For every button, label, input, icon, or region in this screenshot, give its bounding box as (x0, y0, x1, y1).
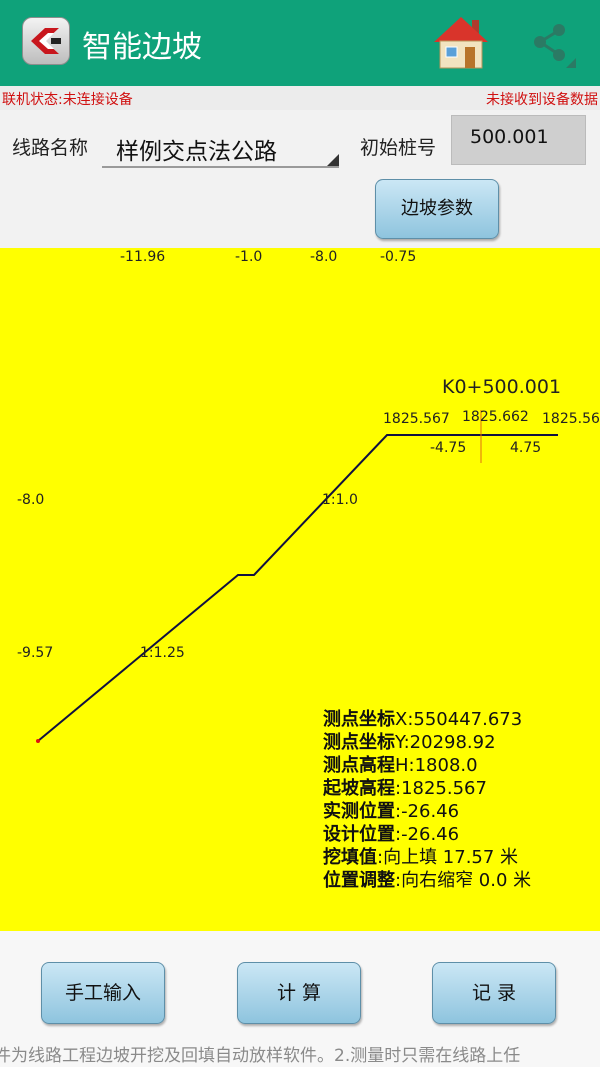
offset-left: -4.75 (430, 440, 467, 456)
left-label: -9.57 (17, 645, 54, 661)
info-position-adjust: 位置调整:向右缩窄 0.0 米 (323, 870, 532, 891)
road-name-select[interactable]: 样例交点法公路 (102, 124, 339, 168)
elevation-right: 1825.567 (542, 411, 600, 427)
record-button[interactable]: 记 录 (432, 962, 556, 1024)
slope-profile-line (37, 434, 558, 742)
slope-ratio-label: 1:1.25 (140, 645, 185, 661)
scrolling-description: 件为线路工程边坡开挖及回填自动放样软件。2.测量时只需在线路上任 (0, 1046, 521, 1066)
slope-diagram: -11.96 -1.0 -8.0 -0.75 -8.0 -9.57 K0+500… (0, 248, 600, 931)
station-label: K0+500.001 (442, 376, 562, 398)
dropdown-arrow-icon (327, 154, 339, 166)
app-bar: 智能边坡 (0, 0, 600, 86)
app-logo-icon[interactable] (22, 17, 70, 65)
left-label: -8.0 (17, 492, 45, 508)
slope-profile-svg (36, 410, 558, 743)
slope-params-button[interactable]: 边坡参数 (375, 179, 499, 239)
elevation-center: 1825.662 (462, 409, 529, 425)
offset-right: 4.75 (510, 440, 542, 456)
start-station-input[interactable]: 500.001 (451, 115, 586, 165)
start-station-label: 初始桩号 (360, 137, 437, 159)
top-label: -8.0 (310, 249, 338, 265)
slope-ratio-label: 1:1.0 (322, 492, 358, 508)
share-icon[interactable] (528, 22, 576, 68)
data-status: 未接收到设备数据 (486, 92, 598, 108)
road-name-value: 样例交点法公路 (116, 139, 277, 165)
app-title: 智能边坡 (82, 30, 202, 65)
calculate-button[interactable]: 计 算 (237, 962, 361, 1024)
elevation-left: 1825.567 (383, 411, 450, 427)
manual-input-button[interactable]: 手工输入 (41, 962, 165, 1024)
top-label: -0.75 (380, 249, 417, 265)
top-label: -11.96 (120, 249, 166, 265)
home-icon[interactable] (432, 14, 490, 70)
road-name-label: 线路名称 (12, 137, 89, 159)
connection-status: 联机状态:未连接设备 (2, 92, 133, 108)
top-label: -1.0 (235, 249, 263, 265)
measure-point (36, 739, 40, 743)
